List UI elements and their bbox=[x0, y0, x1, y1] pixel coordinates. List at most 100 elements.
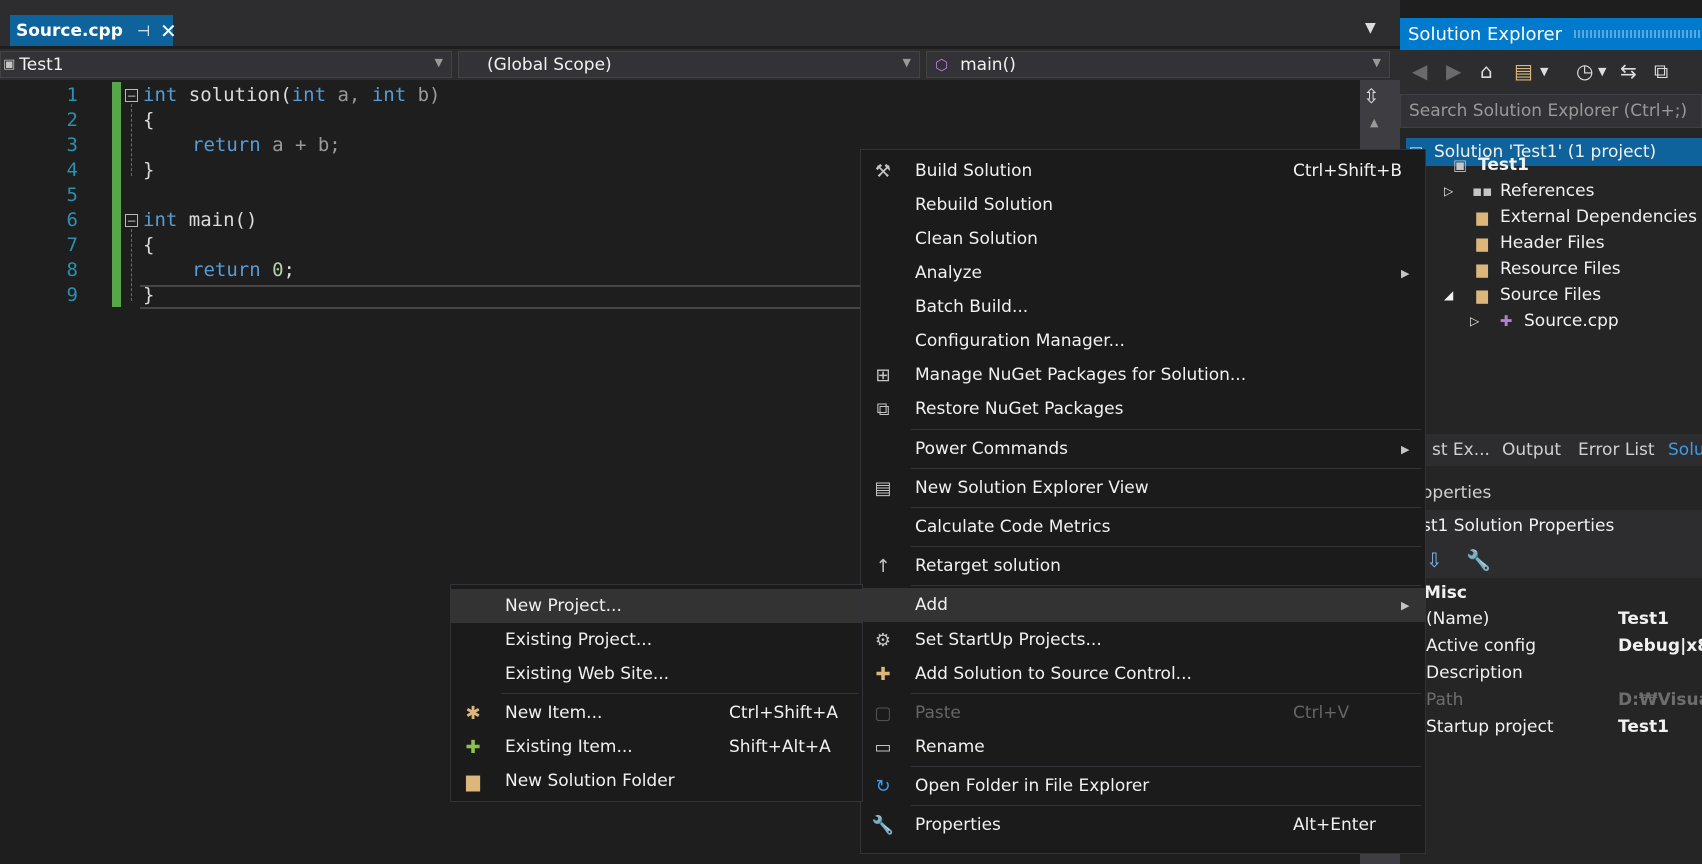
nuget-package-icon: ⊞ bbox=[875, 364, 891, 386]
tree-item-resource-files[interactable]: ▆ Resource Files bbox=[1472, 256, 1620, 282]
property-row[interactable]: Active config Debug|x86 bbox=[1400, 633, 1702, 660]
property-row[interactable]: (Name) Test1 bbox=[1400, 606, 1702, 633]
menu-item-set-startup-projects[interactable]: ⚙ Set StartUp Projects... bbox=[861, 623, 1425, 657]
collapse-icon[interactable]: − bbox=[125, 89, 138, 102]
menu-item-label: Power Commands bbox=[915, 439, 1069, 459]
property-row[interactable]: Startup project Test1 bbox=[1400, 714, 1702, 741]
menu-item-power-commands[interactable]: Power Commands ▶ bbox=[861, 432, 1425, 466]
property-pages-icon[interactable]: 🔧 bbox=[1466, 548, 1491, 572]
tab-solution-explorer[interactable]: Solu bbox=[1668, 440, 1702, 460]
back-icon[interactable]: ◀ bbox=[1412, 59, 1427, 83]
sort-alphabetical-icon[interactable]: ⇩ bbox=[1426, 548, 1443, 572]
menu-item-label: Rebuild Solution bbox=[915, 195, 1053, 215]
collapse-arrow-icon[interactable]: ◢ bbox=[1444, 288, 1472, 302]
tree-item-source-files[interactable]: ◢ ▆ Source Files bbox=[1444, 282, 1601, 308]
menu-separator bbox=[911, 693, 1421, 694]
menu-item-add-to-source-control[interactable]: ✚ Add Solution to Source Control... bbox=[861, 657, 1425, 691]
tree-item-external-deps[interactable]: ▆ External Dependencies bbox=[1472, 204, 1697, 230]
tab-error-list[interactable]: Error List bbox=[1578, 440, 1655, 460]
menu-item-label: Clean Solution bbox=[915, 229, 1038, 249]
tool-window-tabs: st Ex... Output Error List Solu bbox=[1400, 434, 1702, 466]
menu-item-new-solution-explorer-view[interactable]: ▤ New Solution Explorer View bbox=[861, 471, 1425, 505]
sync-icon[interactable]: ⇆ bbox=[1620, 59, 1637, 83]
object-name: st1 Solution Properties bbox=[1422, 516, 1615, 536]
fold-guide bbox=[131, 229, 133, 301]
keyword: int bbox=[143, 209, 178, 231]
solution-explorer-title[interactable]: Solution Explorer bbox=[1400, 18, 1702, 50]
properties-object-selector[interactable]: st1 Solution Properties bbox=[1400, 510, 1702, 542]
member-dropdown[interactable]: ⬡ main() ▼ bbox=[926, 51, 1390, 78]
menu-item-add[interactable]: Add ▶ bbox=[861, 588, 1425, 622]
chevron-down-icon[interactable]: ▼ bbox=[1598, 65, 1606, 78]
menu-item-paste[interactable]: ▢ Paste Ctrl+V bbox=[861, 696, 1425, 730]
tree-item-source-cpp[interactable]: ▷ ✚ Source.cpp bbox=[1470, 308, 1619, 334]
search-placeholder: Search Solution Explorer (Ctrl+;) bbox=[1409, 101, 1688, 121]
pin-icon[interactable]: ⊣ bbox=[137, 22, 150, 40]
tree-item-project[interactable]: ▣ Test1 bbox=[1450, 152, 1529, 178]
expand-arrow-icon[interactable]: ▷ bbox=[1444, 184, 1472, 198]
navigation-bar: ▣ Test1 ▼ (Global Scope) ▼ ⬡ main() ▼ bbox=[0, 49, 1400, 80]
chevron-down-icon[interactable]: ▼ bbox=[1540, 65, 1548, 78]
menu-item-restore-nuget[interactable]: ⧉ Restore NuGet Packages bbox=[861, 392, 1425, 426]
tab-source-cpp[interactable]: Source.cpp ⊣ ✕ bbox=[10, 15, 177, 46]
property-value: Test1 bbox=[1618, 717, 1669, 737]
project-dropdown[interactable]: ▣ Test1 ▼ bbox=[0, 51, 452, 78]
menu-item-build-solution[interactable]: ⚒ Build Solution Ctrl+Shift+B bbox=[861, 154, 1425, 188]
menu-item-label: Existing Web Site... bbox=[505, 664, 670, 684]
wrench-icon: 🔧 bbox=[871, 814, 895, 836]
scope-dropdown[interactable]: (Global Scope) ▼ bbox=[458, 51, 920, 78]
properties-title: operties bbox=[1400, 478, 1702, 508]
solution-explorer-search-input[interactable]: Search Solution Explorer (Ctrl+;) bbox=[1400, 94, 1702, 128]
menu-item-rebuild-solution[interactable]: Rebuild Solution bbox=[861, 188, 1425, 222]
menu-item-new-solution-folder[interactable]: ▆ New Solution Folder bbox=[451, 764, 862, 798]
menu-item-label: Analyze bbox=[915, 263, 982, 283]
property-value: Debug|x86 bbox=[1618, 636, 1702, 656]
title-grip bbox=[1574, 30, 1702, 38]
menu-item-retarget-solution[interactable]: ↑ Retarget solution bbox=[861, 549, 1425, 583]
menu-item-shortcut: Ctrl+V bbox=[1293, 703, 1350, 723]
menu-item-calculate-code-metrics[interactable]: Calculate Code Metrics bbox=[861, 510, 1425, 544]
menu-item-new-item[interactable]: ✱ New Item... Ctrl+Shift+A bbox=[451, 696, 862, 730]
properties-toolbar: ⇩ 🔧 bbox=[1400, 542, 1702, 578]
pending-changes-icon[interactable]: ◷ bbox=[1576, 59, 1593, 83]
property-key: Path bbox=[1426, 690, 1464, 710]
menu-item-properties[interactable]: 🔧 Properties Alt+Enter bbox=[861, 808, 1425, 842]
menu-item-clean-solution[interactable]: Clean Solution bbox=[861, 222, 1425, 256]
menu-item-new-project[interactable]: New Project... bbox=[451, 589, 862, 623]
project-dropdown-value: Test1 bbox=[19, 54, 64, 75]
code-text: a, bbox=[326, 84, 372, 106]
forward-icon[interactable]: ▶ bbox=[1446, 59, 1461, 83]
menu-item-label: Manage NuGet Packages for Solution... bbox=[915, 365, 1247, 385]
tab-output[interactable]: Output bbox=[1502, 440, 1561, 460]
menu-item-analyze[interactable]: Analyze ▶ bbox=[861, 256, 1425, 290]
menu-item-existing-item[interactable]: ✚ Existing Item... Shift+Alt+A bbox=[451, 730, 862, 764]
menu-item-rename[interactable]: ▭ Rename bbox=[861, 730, 1425, 764]
split-window-icon[interactable]: ⇳ bbox=[1363, 84, 1380, 108]
tab-overflow-chevron-icon[interactable]: ▼ bbox=[1365, 20, 1376, 36]
property-category[interactable]: Misc bbox=[1400, 580, 1702, 607]
menu-separator bbox=[911, 546, 1421, 547]
collapse-all-icon[interactable]: ⧉ bbox=[1654, 59, 1668, 83]
tree-item-header-files[interactable]: ▆ Header Files bbox=[1472, 230, 1604, 256]
home-icon[interactable]: ⌂ bbox=[1480, 59, 1493, 83]
tree-item-references[interactable]: ▷ ▪▪ References bbox=[1444, 178, 1594, 204]
menu-item-label: Add Solution to Source Control... bbox=[915, 664, 1192, 684]
switch-views-icon[interactable]: ▤ bbox=[1514, 59, 1533, 83]
close-icon[interactable]: ✕ bbox=[160, 19, 177, 43]
menu-item-batch-build[interactable]: Batch Build... bbox=[861, 290, 1425, 324]
menu-item-existing-web-site[interactable]: Existing Web Site... bbox=[451, 657, 862, 691]
collapse-icon[interactable]: − bbox=[125, 214, 138, 227]
menu-item-existing-project[interactable]: Existing Project... bbox=[451, 623, 862, 657]
expand-arrow-icon[interactable]: ▷ bbox=[1470, 314, 1496, 328]
menu-item-label: Paste bbox=[915, 703, 961, 723]
property-row[interactable]: Path D:₩Visual bbox=[1400, 687, 1702, 714]
tab-test-explorer[interactable]: st Ex... bbox=[1432, 440, 1490, 460]
property-key: (Name) bbox=[1426, 609, 1490, 629]
menu-item-manage-nuget[interactable]: ⊞ Manage NuGet Packages for Solution... bbox=[861, 358, 1425, 392]
property-row[interactable]: Description bbox=[1400, 660, 1702, 687]
menu-item-configuration-manager[interactable]: Configuration Manager... bbox=[861, 324, 1425, 358]
menu-item-open-folder[interactable]: ↻ Open Folder in File Explorer bbox=[861, 769, 1425, 803]
scroll-up-icon[interactable]: ▲ bbox=[1370, 116, 1378, 129]
new-view-icon: ▤ bbox=[874, 477, 892, 499]
submenu-arrow-icon: ▶ bbox=[1401, 442, 1410, 456]
